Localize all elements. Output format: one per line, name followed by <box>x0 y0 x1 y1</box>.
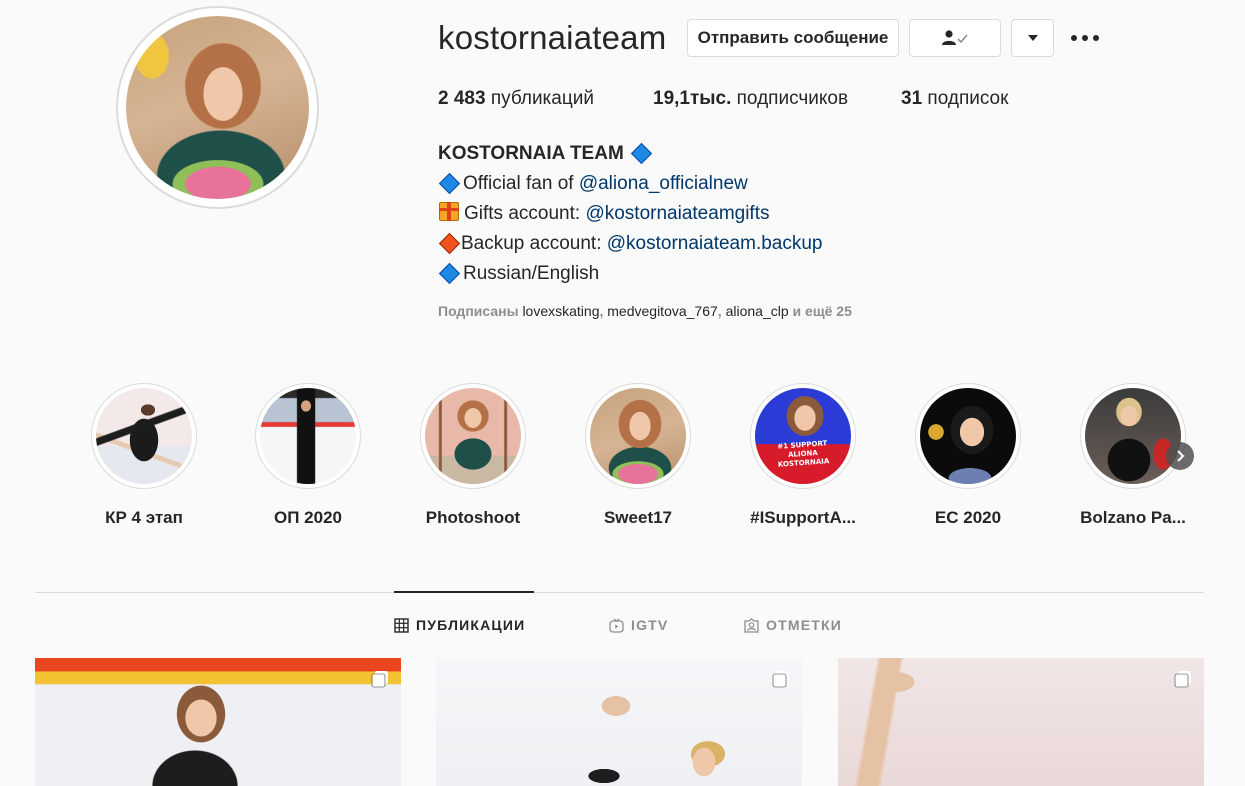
bio-line4-text: Russian/English <box>463 263 600 284</box>
suggested-dropdown-button[interactable] <box>1011 19 1054 57</box>
highlight-cover <box>260 388 356 484</box>
bio-line2-text: Gifts account: <box>464 203 586 224</box>
tab-label: IGTV <box>631 617 669 633</box>
profile-bio: KOSTORNAIA TEAM Official fan of @aliona_… <box>438 139 823 289</box>
highlight-item[interactable]: ЕС 2020 <box>898 383 1038 528</box>
triangle-down-icon <box>1027 35 1038 41</box>
profile-avatar[interactable] <box>126 16 309 199</box>
followed-by-separator: , <box>717 303 726 319</box>
highlight-label: Bolzano Pa... <box>1080 508 1186 527</box>
dot-icon <box>1071 35 1077 41</box>
tab-tagged[interactable]: ОТМЕТКИ <box>744 617 842 633</box>
followers-count: 19,1тыс. <box>653 88 732 109</box>
tab-igtv[interactable]: IGTV <box>609 617 668 633</box>
tab-active-indicator <box>394 591 534 593</box>
highlight-cover <box>425 388 521 484</box>
highlight-item[interactable]: Photoshoot <box>403 383 543 528</box>
posts-label: публикаций <box>490 88 594 109</box>
gift-icon <box>439 202 459 221</box>
stat-following[interactable]: 31 подписок <box>901 88 1008 110</box>
tab-label: ПУБЛИКАЦИИ <box>416 617 526 633</box>
highlight-ring <box>915 383 1021 489</box>
tabs-divider <box>35 592 1204 593</box>
dot-icon <box>1082 35 1088 41</box>
followers-label: подписчиков <box>736 88 849 109</box>
blue-diamond-icon <box>630 142 652 165</box>
highlight-label: #ISupportA... <box>750 508 856 527</box>
bio-line-language: Russian/English <box>438 259 823 289</box>
highlight-ring <box>255 383 361 489</box>
tagged-icon <box>744 617 759 633</box>
blue-diamond-icon <box>438 262 461 285</box>
chevron-right-icon <box>1177 450 1185 462</box>
highlight-item[interactable]: #1 SUPPORT ALIONA KOSTORNAIA #ISupportA.… <box>733 383 873 528</box>
followed-by-user[interactable]: lovexskating <box>522 303 599 319</box>
highlight-label: ЕС 2020 <box>934 508 1002 527</box>
bio-mention-link[interactable]: @kostornaiateamgifts <box>585 203 769 224</box>
followed-by-user[interactable]: aliona_clp <box>726 303 789 319</box>
followed-by-prefix: Подписаны <box>438 303 523 319</box>
multiple-photos-icon <box>772 671 789 688</box>
highlight-cover <box>590 388 686 484</box>
tab-label: ОТМЕТКИ <box>766 617 843 633</box>
orange-diamond-icon <box>438 232 461 255</box>
highlight-label: КР 4 этап <box>105 508 183 527</box>
highlight-item[interactable]: Sweet17 <box>568 383 708 528</box>
send-message-button[interactable]: Отправить сообщение <box>687 19 899 57</box>
posts-count: 2 483 <box>438 88 486 109</box>
support-banner: #1 SUPPORT ALIONA KOSTORNAIA <box>764 438 842 470</box>
bio-line1-text: Official fan of <box>463 173 579 194</box>
grid-icon <box>394 617 409 633</box>
followed-by-suffix: и ещё 25 <box>788 303 852 319</box>
profile-username: kostornaiateam <box>438 19 667 56</box>
stat-posts: 2 483 публикаций <box>438 88 594 110</box>
bio-mention-link[interactable]: @aliona_officialnew <box>579 173 748 194</box>
followed-by[interactable]: Подписаны lovexskating, medvegitova_767,… <box>438 303 852 319</box>
highlights-next-button[interactable] <box>1166 442 1194 470</box>
highlight-ring <box>585 383 691 489</box>
user-check-icon <box>942 30 968 45</box>
blue-diamond-icon <box>438 172 461 195</box>
following-status-button[interactable] <box>909 19 1001 57</box>
following-label: подписок <box>927 88 1009 109</box>
highlight-label: Photoshoot <box>425 508 521 527</box>
multiple-photos-icon <box>371 671 388 688</box>
highlight-ring <box>91 383 197 489</box>
multiple-photos-icon <box>1174 671 1191 688</box>
highlight-ring <box>420 383 526 489</box>
bio-line-backup: Backup account: @kostornaiateam.backup <box>438 229 823 259</box>
more-options-button[interactable] <box>1071 29 1099 47</box>
bio-line-fan: Official fan of @aliona_officialnew <box>438 169 823 199</box>
bio-line-name: KOSTORNAIA TEAM <box>438 139 823 169</box>
highlight-ring <box>1080 383 1186 489</box>
igtv-icon <box>609 618 624 633</box>
followed-by-user[interactable]: medvegitova_767 <box>607 303 718 319</box>
highlight-ring: #1 SUPPORT ALIONA KOSTORNAIA <box>750 383 856 489</box>
following-count: 31 <box>901 88 923 109</box>
highlight-cover: #1 SUPPORT ALIONA KOSTORNAIA <box>755 388 851 484</box>
tab-posts[interactable]: ПУБЛИКАЦИИ <box>394 617 525 633</box>
highlight-item[interactable]: КР 4 этап <box>74 383 214 528</box>
highlight-cover <box>920 388 1016 484</box>
post-thumbnail[interactable] <box>35 658 401 786</box>
bio-line-gifts: Gifts account: @kostornaiateamgifts <box>438 199 823 229</box>
bio-name: KOSTORNAIA TEAM <box>438 143 624 164</box>
highlight-cover <box>1085 388 1181 484</box>
post-thumbnail[interactable] <box>436 658 802 786</box>
highlight-item[interactable]: ОП 2020 <box>238 383 378 528</box>
dot-icon <box>1093 35 1099 41</box>
highlight-label: Sweet17 <box>603 508 673 527</box>
profile-avatar-ring[interactable] <box>116 6 319 209</box>
post-thumbnail[interactable] <box>838 658 1204 786</box>
bio-mention-link[interactable]: @kostornaiateam.backup <box>607 233 823 254</box>
bio-line3-text: Backup account: <box>461 233 607 254</box>
highlight-label: ОП 2020 <box>274 508 342 527</box>
stat-followers[interactable]: 19,1тыс. подписчиков <box>653 88 848 110</box>
highlight-cover <box>96 388 192 484</box>
